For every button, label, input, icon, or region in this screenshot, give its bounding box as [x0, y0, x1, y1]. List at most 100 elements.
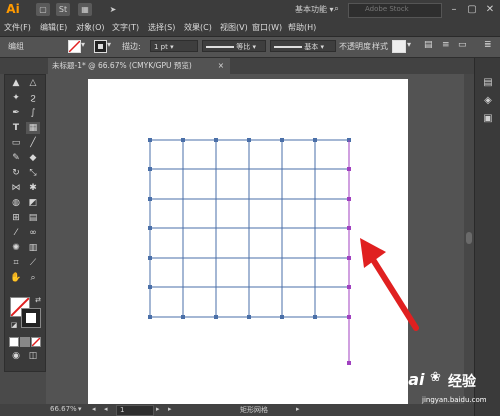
curvature-tool-icon[interactable]: ∫: [26, 107, 40, 119]
tab-close-icon[interactable]: ×: [218, 58, 224, 74]
current-tool-name: 矩形网格: [240, 406, 268, 414]
shaper-tool-icon[interactable]: ✎: [9, 152, 23, 164]
zoom-tool-icon[interactable]: ⌕: [26, 272, 40, 284]
style-label: 样式: [372, 42, 388, 51]
rectangle-tool-icon[interactable]: ▭: [9, 137, 23, 149]
document-tab[interactable]: 未标题-1* @ 66.67% (CMYK/GPU 预览) ×: [48, 58, 230, 74]
artboard-tool-icon[interactable]: ⌗: [9, 257, 23, 269]
type-tool-icon[interactable]: T: [9, 122, 23, 134]
annotation-arrow: [360, 238, 419, 331]
menu-select[interactable]: 选择(S): [148, 22, 175, 33]
minimize-icon[interactable]: –: [446, 2, 462, 17]
gradient-mode-icon[interactable]: [20, 337, 30, 347]
stock-icon[interactable]: St: [56, 3, 70, 16]
tools-panel: ▲ △ ✦ ϩ ✒ ∫ T ▦ ▭ ╱ ✎ ◆ ↻ ⤡ ⋈ ✱ ◍ ◩ ⊞ ▤ …: [4, 74, 46, 372]
last-artboard-icon[interactable]: ▸: [168, 405, 172, 413]
direct-selection-tool-icon[interactable]: △: [26, 77, 40, 89]
baidu-watermark: Bai ❀ 经验 jingyan.baidu.com: [392, 366, 500, 416]
paintbrush-tool-icon[interactable]: ╱: [26, 137, 40, 149]
stroke-swatch[interactable]: [94, 40, 107, 53]
mesh-tool-icon[interactable]: ⊞: [9, 212, 23, 224]
menu-bar: 文件(F) 编辑(E) 对象(O) 文字(T) 选择(S) 效果(C) 视图(V…: [0, 20, 500, 37]
arrange-documents-icon[interactable]: ▦: [78, 3, 92, 16]
menu-effect[interactable]: 效果(C): [184, 22, 212, 33]
right-panel-dock: ▤ ◈ ▣: [474, 58, 500, 416]
gradient-tool-icon[interactable]: ▤: [26, 212, 40, 224]
stroke-weight-field[interactable]: 1 pt ▾: [150, 40, 198, 52]
properties-icon[interactable]: ▤: [481, 76, 495, 89]
style-dropdown-icon[interactable]: ▾: [407, 40, 411, 49]
align-icon[interactable]: ≡: [442, 40, 450, 50]
document-setup-icon[interactable]: ▤: [424, 40, 433, 50]
menu-help[interactable]: 帮助(H): [288, 22, 316, 33]
watermark-brand: Bai: [396, 370, 425, 389]
none-mode-icon[interactable]: [31, 337, 41, 347]
send-icon[interactable]: ➤: [106, 3, 120, 16]
graphic-style-swatch[interactable]: [392, 40, 406, 53]
library-icon[interactable]: ▢: [36, 3, 50, 16]
draw-mode-icon[interactable]: ◉: [9, 350, 23, 362]
zoom-dropdown-icon[interactable]: ▾: [78, 405, 82, 413]
workspace-switcher[interactable]: 基本功能 ▾: [295, 4, 334, 15]
puppet-warp-tool-icon[interactable]: ✱: [26, 182, 40, 194]
eraser-tool-icon[interactable]: ◆: [26, 152, 40, 164]
maximize-icon[interactable]: ▢: [464, 2, 480, 17]
scrollbar-thumb[interactable]: [466, 232, 472, 244]
menu-file[interactable]: 文件(F): [4, 22, 31, 33]
column-graph-tool-icon[interactable]: ▥: [26, 242, 40, 254]
eyedropper-tool-icon[interactable]: ⁄: [9, 227, 23, 239]
perspective-grid-tool-icon[interactable]: ◩: [26, 197, 40, 209]
zoom-level[interactable]: 66.67%: [50, 405, 77, 413]
stroke-label: 描边:: [122, 42, 141, 51]
swap-fill-stroke-icon[interactable]: ⇄: [31, 294, 45, 306]
close-icon[interactable]: ✕: [482, 2, 498, 17]
menu-view[interactable]: 视图(V): [220, 22, 248, 33]
illustrator-logo: Ai: [6, 2, 20, 16]
color-mode-icon[interactable]: [9, 337, 19, 347]
scale-tool-icon[interactable]: ⤡: [26, 167, 40, 179]
artboard-number-field[interactable]: 1: [116, 405, 154, 416]
libraries-icon[interactable]: ▣: [481, 112, 495, 125]
blend-tool-icon[interactable]: ∞: [26, 227, 40, 239]
width-tool-icon[interactable]: ⋈: [9, 182, 23, 194]
slice-tool-icon[interactable]: ⟋: [26, 257, 40, 269]
symbol-sprayer-tool-icon[interactable]: ✺: [9, 242, 23, 254]
menu-edit[interactable]: 编辑(E): [40, 22, 67, 33]
control-bar: 编组 ▾ ▾ 描边: 1 pt ▾ 等比 ▾ 基本 ▾ 不透明度 样式 ▾ ▤ …: [0, 37, 500, 58]
stroke-color-box[interactable]: [21, 308, 41, 328]
transform-icon[interactable]: ▭: [458, 40, 467, 50]
rectangular-grid-tool-icon[interactable]: ▦: [26, 122, 40, 134]
fill-dropdown-icon[interactable]: ▾: [81, 40, 85, 49]
panel-menu-icon[interactable]: ≣: [484, 40, 492, 50]
menu-window[interactable]: 窗口(W): [252, 22, 282, 33]
first-artboard-icon[interactable]: ◂: [104, 405, 108, 413]
shape-builder-tool-icon[interactable]: ◍: [9, 197, 23, 209]
watermark-brand-2: 经验: [448, 374, 476, 390]
pen-tool-icon[interactable]: ✒: [9, 107, 23, 119]
watermark-url: jingyan.baidu.com: [422, 396, 487, 404]
search-icon: ⌕: [334, 4, 340, 14]
screen-mode-icon[interactable]: ◫: [26, 350, 40, 362]
variable-width-profile[interactable]: 等比 ▾: [202, 40, 266, 52]
selection-tool-icon[interactable]: ▲: [9, 77, 23, 89]
layers-icon[interactable]: ◈: [481, 94, 495, 107]
opacity-label[interactable]: 不透明度: [339, 41, 371, 52]
rotate-tool-icon[interactable]: ↻: [9, 167, 23, 179]
previous-artboard-icon[interactable]: ◂: [92, 405, 96, 413]
brush-definition[interactable]: 基本 ▾: [270, 40, 336, 52]
selection-type-label: 编组: [8, 42, 24, 51]
menu-object[interactable]: 对象(O): [76, 22, 105, 33]
stroke-dropdown-icon[interactable]: ▾: [107, 40, 111, 49]
status-menu-icon[interactable]: ▸: [296, 405, 300, 413]
paw-icon: ❀: [430, 370, 441, 385]
default-colors-icon[interactable]: ◪: [7, 319, 21, 331]
next-artboard-icon[interactable]: ▸: [156, 405, 160, 413]
lasso-tool-icon[interactable]: ϩ: [26, 92, 40, 104]
hand-tool-icon[interactable]: ✋: [9, 272, 23, 284]
fill-swatch[interactable]: [68, 40, 81, 53]
stock-search-input[interactable]: Adobe Stock: [348, 3, 442, 18]
menu-type[interactable]: 文字(T): [112, 22, 139, 33]
title-bar: Ai ▢ St ▦ ➤ 基本功能 ▾ ⌕ Adobe Stock – ▢ ✕: [0, 0, 500, 20]
magic-wand-tool-icon[interactable]: ✦: [9, 92, 23, 104]
document-tab-title: 未标题-1* @ 66.67% (CMYK/GPU 预览): [52, 61, 192, 70]
